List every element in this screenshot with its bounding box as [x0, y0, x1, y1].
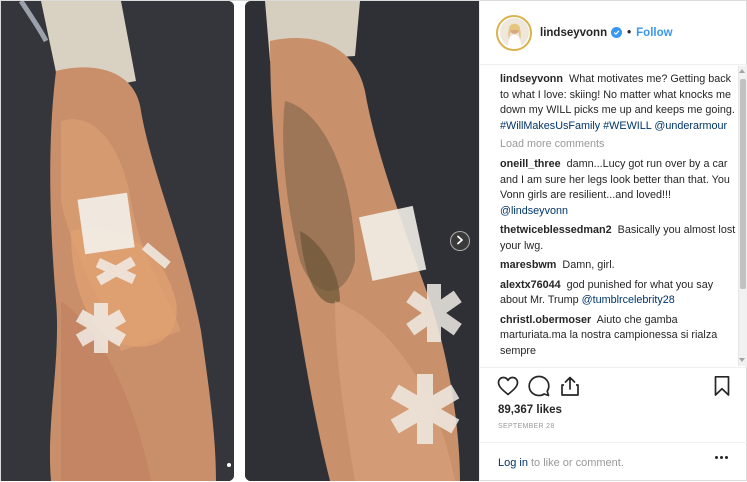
- comment-item: alextx76044 god punished for what you sa…: [500, 278, 736, 309]
- comment-username[interactable]: thetwiceblessedman2: [500, 224, 612, 236]
- carousel-next-button[interactable]: [450, 231, 470, 251]
- carousel-dot: [235, 463, 239, 467]
- scrollbar-thumb[interactable]: [740, 79, 746, 289]
- action-icons: [496, 374, 736, 400]
- scroll-up-arrow-icon[interactable]: [739, 69, 745, 73]
- comment-item: oneill_three damn...Lucy got run over by…: [500, 157, 736, 219]
- login-prompt-text: to like or comment.: [530, 456, 624, 469]
- comment-text: Damn, girl.: [562, 259, 615, 271]
- comment-item: maresbwm Damn, girl.: [500, 258, 736, 274]
- post-side-panel: lindseyvonn • Follow lindseyvonn What mo…: [479, 1, 747, 481]
- login-prompt: Log in to like or comment.: [480, 442, 747, 482]
- comment-bubble-icon[interactable]: [527, 374, 551, 398]
- more-options-icon[interactable]: [715, 456, 728, 459]
- caption-mention[interactable]: @underarmour: [654, 120, 727, 132]
- follow-button[interactable]: Follow: [636, 27, 672, 39]
- caption-hashtags[interactable]: #WillMakesUsFamily #WEWILL: [500, 120, 651, 132]
- comments-list[interactable]: lindseyvonn What motivates me? Getting b…: [480, 66, 747, 366]
- comment-username[interactable]: alextx76044: [500, 279, 561, 291]
- bookmark-icon[interactable]: [710, 374, 734, 398]
- post-header: lindseyvonn • Follow: [480, 1, 747, 65]
- avatar[interactable]: [496, 14, 532, 51]
- verified-badge-icon: [611, 27, 623, 38]
- photo-left-bruised-leg: [1, 1, 234, 481]
- post-date: SEPTEMBER 28: [498, 423, 555, 430]
- comment-username[interactable]: christl.obermoser: [500, 314, 591, 326]
- comment-username[interactable]: oneill_three: [500, 158, 561, 170]
- post-actions: 89,367 likes SEPTEMBER 28 Log in to like…: [480, 367, 747, 481]
- comment-item: thetwiceblessedman2 Basically you almost…: [500, 223, 736, 254]
- header-separator: •: [627, 26, 632, 39]
- comment-username[interactable]: maresbwm: [500, 259, 556, 271]
- avatar-image: [499, 18, 529, 47]
- heart-icon[interactable]: [496, 374, 520, 398]
- likes-count[interactable]: 89,367 likes: [498, 404, 562, 416]
- share-icon[interactable]: [558, 374, 582, 398]
- carousel-indicator: [227, 463, 239, 467]
- comment-mention[interactable]: @tumblrcelebrity28: [582, 294, 675, 306]
- load-more-comments-button[interactable]: Load more comments: [500, 138, 736, 150]
- chevron-right-icon: [455, 235, 465, 248]
- caption: lindseyvonn What motivates me? Getting b…: [500, 72, 736, 134]
- photo-right-bruised-leg: [245, 1, 479, 481]
- post-media-carousel[interactable]: [1, 1, 479, 481]
- scroll-down-arrow-icon[interactable]: [739, 358, 745, 362]
- comment-item: christl.obermoser Aiuto che gamba martur…: [500, 313, 736, 360]
- carousel-dot-active: [227, 463, 231, 467]
- comment-mention[interactable]: @lindseyvonn: [500, 205, 568, 217]
- instagram-post: lindseyvonn • Follow lindseyvonn What mo…: [0, 0, 747, 481]
- login-link[interactable]: Log in: [498, 457, 528, 469]
- post-author: lindseyvonn • Follow: [540, 27, 673, 39]
- author-username[interactable]: lindseyvonn: [540, 27, 607, 39]
- caption-username[interactable]: lindseyvonn: [500, 73, 563, 85]
